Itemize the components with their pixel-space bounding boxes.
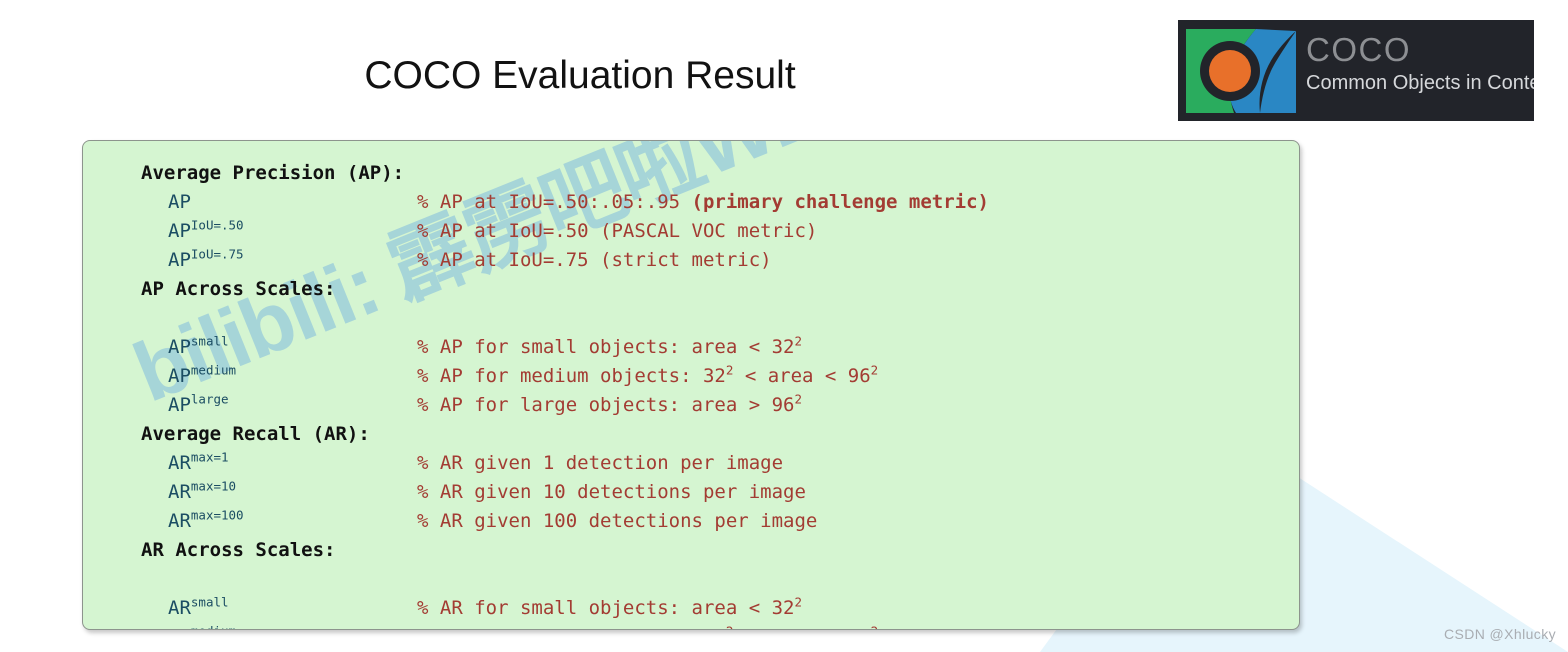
metric-description-text: % AR given 1 detection per image [417,452,784,474]
metric-label-base: AP [168,336,191,358]
metric-label: ARmax=10 [141,478,417,507]
metric-label-superscript: max=10 [190,478,237,494]
metric-group-heading: AP Across Scales: [141,278,336,300]
coco-logo-tagline: Common Objects in Context [1306,72,1534,94]
metric-description-superscript: 2 [794,391,803,407]
metric-label-superscript: medium [190,362,237,378]
metric-description-text: % AR for small objects: area < 32 [417,597,795,619]
metric-description: % AP at IoU=.50 (PASCAL VOC metric) [417,217,817,246]
metric-label: APmedium [141,362,417,391]
metric-description-text: % AR given 100 detections per image [417,510,818,532]
metric-row: ARsmall% AR for small objects: area < 32… [141,594,1299,623]
metric-row: ARmax=10% AR given 10 detections per ima… [141,478,1299,507]
metric-label-superscript: medium [191,624,236,629]
coco-logo-mark [1186,29,1296,113]
metric-row: ARmax=1% AR given 1 detection per image [141,449,1299,478]
metric-description-text: % AR given 10 detections per image [417,481,806,503]
metric-group-heading: Average Recall (AR): [141,423,370,445]
metric-description: % AR for small objects: area < 322 [417,594,802,623]
metric-description-text-mid: < area < 96 [733,626,871,629]
csdn-watermark: CSDN @Xhlucky [1444,626,1556,642]
metric-label-base: AP [168,365,191,387]
metric-description-text: % AP for small objects: area < 32 [417,336,795,358]
metric-label-superscript: large [190,391,229,407]
metric-row: AP % AP at IoU=.50:.05:.95 (primary chall… [141,188,1299,217]
metric-description-superscript: 2 [794,594,803,610]
metric-description: % AR for medium objects: 32 2 < area < 96… [417,623,879,629]
metric-description-text: % AP at IoU=.75 (strict metric) [417,249,772,271]
metric-group-heading: AR Across Scales: [141,539,336,561]
metric-description: % AR given 10 detections per image [417,478,806,507]
metric-description-text: % AP for large objects: area > 96 [417,394,795,416]
metric-description: % AP for large objects: area > 962 [417,391,802,420]
metric-description: % AP for small objects: area < 322 [417,333,802,362]
metric-row: APsmall% AP for small objects: area < 32… [141,333,1299,362]
metric-label: APsmall [141,333,417,362]
coco-logo: COCO Common Objects in Context [1178,20,1534,121]
metric-label: ARsmall [141,594,417,623]
metric-label-base: AP [168,220,191,242]
metric-row: APmedium% AP for medium objects: 322 < a… [141,362,1299,391]
metric-label: APIoU=.50 [141,217,417,246]
metric-description-superscript: 2 [794,333,803,349]
metric-label-superscript: max=1 [190,449,229,465]
metric-description-text: % AP at IoU=.50:.05:.95 [417,191,692,213]
metric-label-base: AR [168,481,191,503]
metric-description-text: % AP for medium objects: 32 [417,365,726,387]
metric-label-base: AP [168,191,191,213]
metric-description: % AP at IoU=.50:.05:.95 (primary challen… [417,188,989,217]
metric-label: ARmedium [141,623,417,629]
metric-label-base: AP [168,249,191,271]
page-title: COCO Evaluation Result [364,54,796,97]
metric-row: APlarge% AP for large objects: area > 96… [141,391,1299,420]
coco-logo-wordmark: COCO [1306,31,1411,68]
metric-description-superscript-2: 2 [870,362,879,378]
metric-label: ARmax=1 [141,449,417,478]
metric-description: % AP for medium objects: 32 2 < area < 96… [417,362,878,391]
metric-description: % AP at IoU=.75 (strict metric) [417,246,772,275]
metric-label: APIoU=.75 [141,246,417,275]
metric-label: ARmax=100 [141,507,417,536]
metric-group-heading: Average Precision (AP): [141,162,405,184]
metric-description: % AR given 100 detections per image [417,507,817,536]
metric-label-base: AR [168,452,191,474]
metric-row: APIoU=.75% AP at IoU=.75 (strict metric) [141,246,1299,275]
metric-description-text: % AP at IoU=.50 (PASCAL VOC metric) [417,220,818,242]
metric-label-base: AR [168,626,191,629]
metric-description-text: % AR for medium objects: 32 [417,626,726,629]
metric-label-superscript: small [190,594,229,610]
metric-row: ARmax=100% AR given 100 detections per i… [141,507,1299,536]
metric-label: AP [141,188,417,217]
metric-label: APlarge [141,391,417,420]
metric-label-base: AR [168,597,191,619]
metric-row: APIoU=.50% AP at IoU=.50 (PASCAL VOC met… [141,217,1299,246]
metric-label-base: AR [168,510,191,532]
coco-logo-text: COCO Common Objects in Context [1306,31,1534,95]
metric-label-base: AP [168,394,191,416]
metric-label-superscript: IoU=.75 [190,246,244,262]
metric-label-superscript: small [190,333,229,349]
metric-label-superscript: IoU=.50 [190,217,244,233]
metric-description-emphasis: (primary challenge metric) [691,191,989,213]
metric-description: % AR given 1 detection per image [417,449,783,478]
metric-description-superscript-2: 2 [871,624,879,629]
coco-metrics-list: Average Precision (AP): AP % AP at IoU=.50… [83,141,1299,629]
metric-label-superscript: max=100 [190,507,244,523]
metric-description-text-mid: < area < 96 [733,365,871,387]
coco-metrics-panel: bilibili: 霹雳吧啦Wz Average Precision (AP):… [82,140,1300,630]
metric-row: ARmedium% AR for medium objects: 322 < a… [141,623,1299,629]
